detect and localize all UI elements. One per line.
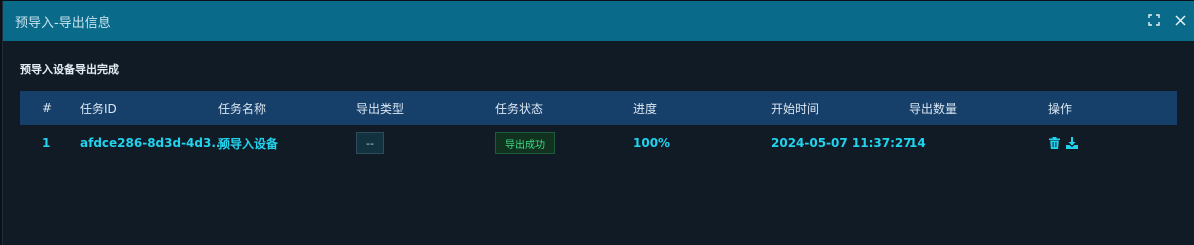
table-header: # 任务ID 任务名称 导出类型 任务状态 进度 开始时间 导出数量 操作 [20,91,1177,125]
header-export-count: 导出数量 [909,101,958,116]
download-icon[interactable] [1066,137,1078,149]
header-task-status: 任务状态 [495,101,544,116]
header-export-type: 导出类型 [356,101,405,116]
header-progress: 进度 [633,101,658,116]
export-task-table: # 任务ID 任务名称 导出类型 任务状态 进度 开始时间 导出数量 操作 1 … [20,91,1177,161]
row-number: 1 [42,136,51,150]
header-number: # [42,101,53,115]
row-task-name: 预导入设备 [218,136,279,151]
maximize-icon[interactable] [1144,10,1164,30]
header-task-id: 任务ID [80,101,117,116]
header-task-name: 任务名称 [218,101,267,116]
table-body: 1 afdce286-8d3d-4d3... 预导入设备 -- 导出成功 100… [20,125,1177,161]
dialog-titlebar: 预导入-导出信息 [3,1,1194,41]
row-start-time: 2024-05-07 11:37:27 [771,136,912,150]
header-start-time: 开始时间 [771,101,820,116]
row-export-type-cell: -- [356,125,384,161]
row-export-count: 14 [909,136,926,150]
dialog-title: 预导入-导出信息 [15,16,111,31]
delete-icon[interactable] [1048,137,1060,149]
header-actions: 操作 [1048,101,1073,116]
close-icon[interactable] [1170,10,1190,30]
status-badge: 导出成功 [495,132,555,154]
row-progress: 100% [633,136,671,150]
row-actions [1048,125,1084,161]
export-complete-message: 预导入设备导出完成 [20,63,119,76]
export-type-badge: -- [356,132,384,154]
table-row: 1 afdce286-8d3d-4d3... 预导入设备 -- 导出成功 100… [20,125,1177,161]
row-status-cell: 导出成功 [495,125,555,161]
row-task-id: afdce286-8d3d-4d3... [80,136,226,150]
export-info-dialog: 预导入-导出信息 预导入设备导出完成 # 任务ID 任务名称 导出类型 任务状态… [2,1,1194,245]
